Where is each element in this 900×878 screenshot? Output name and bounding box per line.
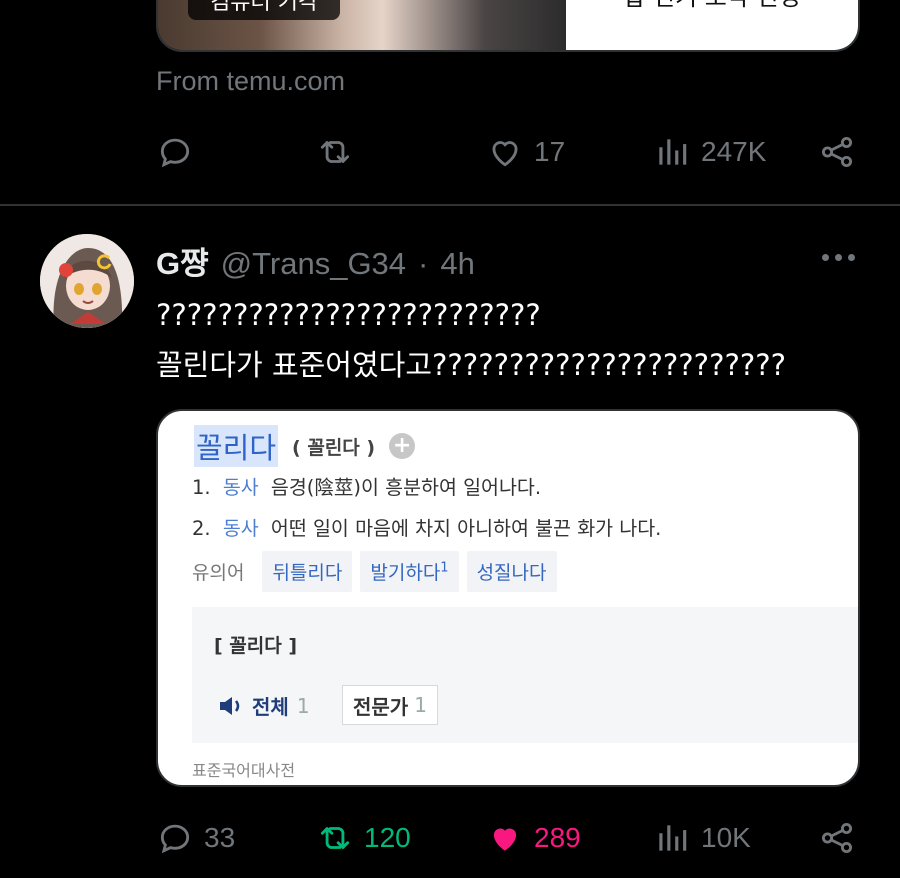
sense-number: 2. — [192, 517, 211, 540]
synonym-label: 유의어 — [192, 562, 245, 584]
tweet-action-bar: 33 120 289 10K — [156, 818, 856, 858]
synonym-superscript: 1 — [440, 560, 449, 576]
retweet-count: 120 — [364, 822, 411, 853]
prev-share-button[interactable] — [818, 132, 856, 172]
synonym-chip: 발기하다1 — [360, 551, 459, 592]
synonym-chip: 성질나다 — [466, 551, 557, 592]
tweet-text: ????????????????????????? 꼴린다가 표준어였다고???… — [156, 290, 876, 390]
sense-part-of-speech: 동사 — [222, 476, 259, 499]
share-icon — [821, 822, 853, 854]
tweet-timestamp[interactable]: 4h — [440, 246, 474, 282]
prev-reply-button[interactable] — [156, 132, 194, 172]
retweet-icon — [320, 827, 350, 849]
like-button[interactable]: 289 — [486, 818, 581, 858]
sense-part-of-speech: 동사 — [222, 517, 259, 540]
share-button[interactable] — [818, 818, 856, 858]
tweet-text-line-1: ????????????????????????? — [156, 298, 541, 332]
retweet-icon — [320, 141, 350, 163]
sense-definition: 음경(陰莖)이 흥분하여 일어나다. — [270, 476, 542, 499]
views-button[interactable]: 10K — [653, 818, 751, 858]
dict-sense-1: 1. 동사 음경(陰莖)이 흥분하여 일어나다. — [192, 471, 541, 500]
prev-retweet-button[interactable] — [316, 132, 354, 172]
plus-icon: + — [389, 433, 416, 459]
prev-tweet-photo-caption: 컴퓨터 기각 — [188, 0, 341, 20]
more-options-icon[interactable] — [818, 246, 858, 268]
prev-like-count: 17 — [534, 136, 566, 167]
reply-button[interactable]: 33 — [156, 818, 235, 858]
speaker-icon — [220, 696, 240, 715]
like-count: 289 — [534, 822, 581, 853]
reply-icon — [160, 138, 190, 168]
retweet-button[interactable]: 120 — [316, 818, 411, 858]
tweet-header: G쨩 @Trans_G34 · 4h — [156, 238, 475, 281]
author-handle[interactable]: @Trans_G34 — [221, 246, 406, 282]
sense-definition: 어떤 일이 마음에 차지 아니하여 불끈 화가 나다. — [270, 517, 662, 540]
tweet-divider — [0, 204, 900, 206]
author-display-name[interactable]: G쨩 — [156, 238, 209, 283]
pronunciation-expert-count: 1 — [414, 693, 427, 717]
views-count: 10K — [701, 822, 751, 853]
prev-tweet-side-panel: 탑 인기 조각 인정 — [566, 0, 858, 50]
share-icon — [821, 136, 853, 168]
dict-headword: 꼴리다 — [194, 425, 279, 467]
prev-views-count: 247K — [701, 136, 767, 167]
tweet-text-line-2: 꼴린다가 표준어였다고??????????????????????? — [156, 348, 787, 382]
pronunciation-expert-label: 전문가 — [353, 694, 409, 719]
prev-tweet-side-text: 탑 인기 조각 인정 — [623, 0, 800, 12]
sense-number: 1. — [192, 476, 211, 499]
pronunciation-all-label: 전체 — [252, 695, 289, 719]
heart-filled-icon — [493, 828, 517, 851]
dict-source: 표준국어대사전 — [192, 761, 296, 780]
dict-entry-header: 꼴리다 ( 꼴린다 ) + — [194, 425, 416, 467]
dict-reading: ( 꼴린다 ) — [292, 436, 376, 459]
header-separator: · — [418, 246, 429, 281]
prev-tweet-media-card[interactable]: 컴퓨터 기각 탑 인기 조각 인정 — [156, 0, 860, 52]
pronunciation-all-count: 1 — [296, 693, 310, 718]
dict-sense-2: 2. 동사 어떤 일이 마음에 차지 아니하여 불끈 화가 나다. — [192, 512, 661, 541]
heart-icon — [492, 141, 518, 167]
prev-views-button[interactable]: 247K — [653, 132, 766, 172]
views-icon — [659, 825, 687, 851]
pronunciation-box: [ 꼴리다 ] 전체 1 전문가 1 — [192, 607, 858, 743]
prev-tweet-source[interactable]: From temu.com — [156, 66, 345, 97]
dict-synonyms: 유의어 뒤틀리다 발기하다1 성질나다 — [192, 551, 557, 592]
reply-count: 33 — [204, 822, 236, 853]
pronunciation-expert-tab: 전문가 1 — [342, 685, 438, 725]
dictionary-image-card[interactable]: 꼴리다 ( 꼴린다 ) + 1. 동사 음경(陰莖)이 흥분하여 일어나다. 2… — [156, 409, 860, 787]
pronunciation-all-tab: 전체 1 — [218, 691, 310, 720]
synonym-chip: 뒤틀리다 — [262, 551, 353, 592]
synonym-chip-text: 발기하다 — [370, 562, 441, 584]
avatar-illustration — [40, 234, 134, 328]
prev-tweet-photo[interactable]: 컴퓨터 기각 — [158, 0, 566, 50]
prev-like-button[interactable]: 17 — [486, 132, 565, 172]
avatar[interactable] — [40, 234, 134, 328]
pronunciation-word: [ 꼴리다 ] — [214, 635, 298, 657]
views-icon — [659, 139, 687, 165]
reply-icon — [160, 824, 190, 854]
prev-tweet-action-bar: 17 247K — [156, 132, 856, 172]
